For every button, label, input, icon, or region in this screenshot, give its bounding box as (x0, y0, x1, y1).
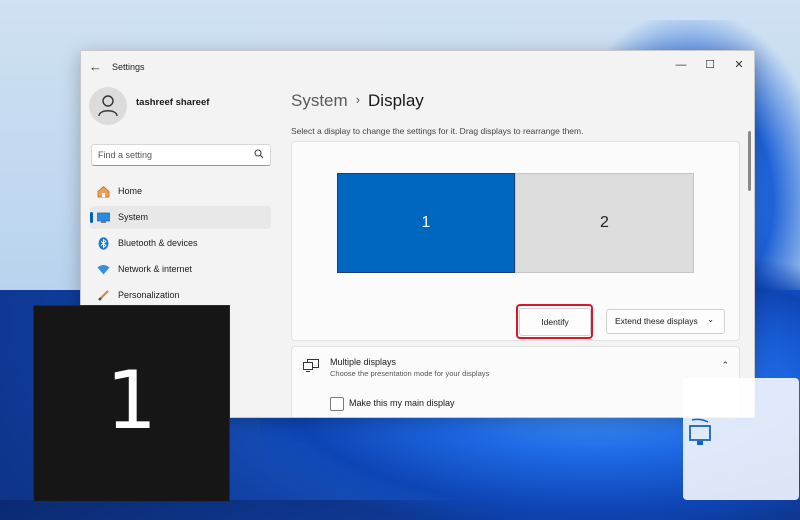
active-indicator (90, 212, 93, 223)
sidebar-item-personalization[interactable]: Personalization (90, 284, 271, 307)
identify-overlay: 1 (33, 305, 230, 502)
user-name: tashreef shareef (136, 97, 210, 108)
wifi-icon (97, 265, 110, 275)
display-2-tile[interactable]: 2 (515, 173, 694, 273)
display-mode-value: Extend these displays (615, 316, 698, 326)
identify-button[interactable]: Identify (519, 308, 591, 336)
bluetooth-icon (98, 237, 109, 250)
display-mode-select[interactable]: Extend these displays ⌄ (606, 309, 725, 334)
multiple-displays-icon (303, 359, 319, 372)
home-icon (97, 185, 110, 198)
brush-icon (98, 290, 109, 301)
display-arrangement-panel: 1 2 Identify Extend these displays ⌄ (291, 141, 740, 341)
chevron-down-icon: ⌄ (707, 315, 714, 324)
breadcrumb: System › Display (291, 91, 424, 111)
sidebar-item-label: Bluetooth & devices (118, 238, 198, 248)
multiple-displays-subtitle: Choose the presentation mode for your di… (330, 369, 490, 378)
window-title: Settings (112, 62, 145, 72)
page-title: Display (368, 91, 424, 110)
sidebar-item-label: Personalization (118, 290, 180, 300)
search-input[interactable]: Find a setting (91, 144, 271, 166)
breadcrumb-separator-icon: › (355, 92, 361, 107)
avatar[interactable] (89, 87, 127, 125)
sidebar-item-label: Home (118, 186, 143, 196)
sidebar-item-network[interactable]: Network & internet (90, 258, 271, 281)
user-icon (98, 95, 118, 117)
search-icon (254, 149, 264, 159)
title-bar: ← Settings — ☐ ✕ (81, 51, 754, 83)
display-1-tile[interactable]: 1 (337, 173, 515, 273)
scrollbar-thumb[interactable] (748, 131, 751, 191)
monitor-logo-icon (689, 418, 711, 445)
sidebar-item-home[interactable]: Home (90, 180, 271, 203)
page-description: Select a display to change the settings … (291, 126, 584, 136)
chevron-up-icon[interactable]: ⌃ (721, 360, 729, 371)
close-button[interactable]: ✕ (728, 56, 750, 74)
minimize-button[interactable]: — (670, 56, 692, 74)
main-display-row: Make this my main display (291, 387, 740, 417)
identify-number: 1 (106, 354, 157, 447)
system-icon (97, 212, 110, 223)
main-display-label: Make this my main display (349, 398, 455, 408)
search-placeholder: Find a setting (98, 150, 153, 160)
main-display-checkbox[interactable] (330, 397, 344, 411)
breadcrumb-parent[interactable]: System (291, 91, 348, 110)
maximize-button[interactable]: ☐ (699, 56, 721, 74)
multiple-displays-header[interactable]: Multiple displays Choose the presentatio… (291, 346, 740, 388)
sidebar-item-bluetooth[interactable]: Bluetooth & devices (90, 232, 271, 255)
watermark-logo (683, 378, 799, 500)
sidebar-item-system[interactable]: System (90, 206, 271, 229)
multiple-displays-title: Multiple displays (330, 357, 397, 367)
sidebar-item-label: Network & internet (118, 264, 193, 274)
sidebar-item-label: System (118, 212, 149, 222)
back-arrow-icon[interactable]: ← (89, 59, 102, 74)
